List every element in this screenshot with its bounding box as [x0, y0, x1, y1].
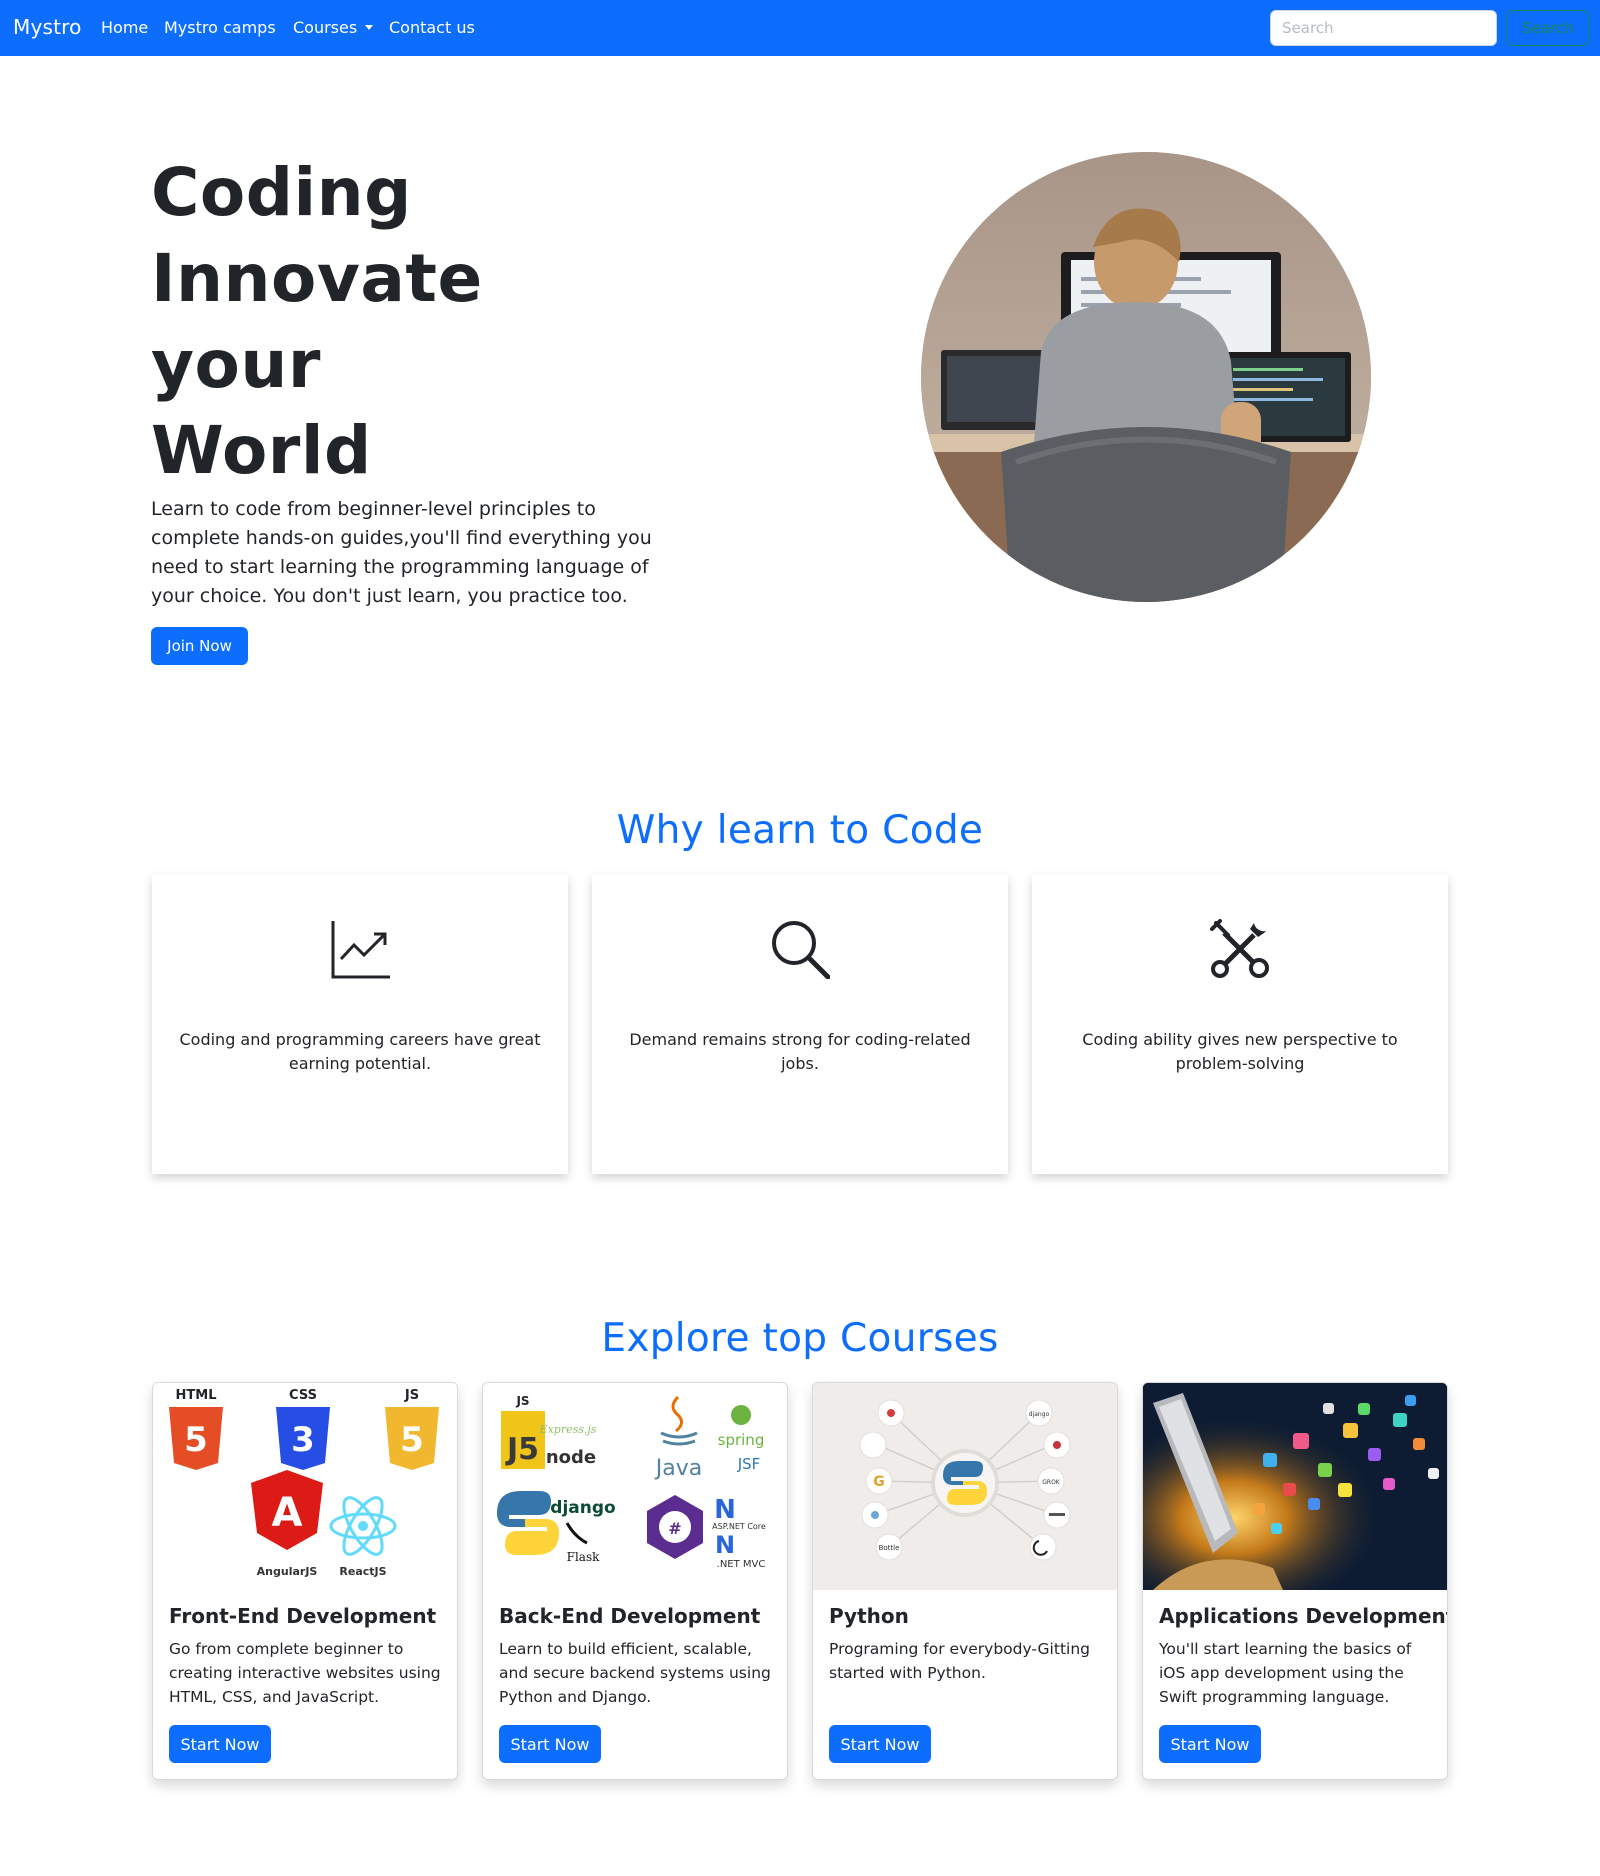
tools-icon [1210, 919, 1269, 978]
course-card-applications: Applications Development You'll start le… [1142, 1382, 1448, 1780]
start-now-button[interactable]: Start Now [499, 1725, 601, 1763]
courses-section-heading: Explore top Courses [601, 1316, 999, 1361]
netmvc-logo-label: .NET MVC [717, 1559, 766, 1570]
why-card-earning: Coding and programming careers have grea… [152, 874, 568, 1174]
css-logo-label: CSS [289, 1388, 317, 1403]
why-section-heading: Why learn to Code [616, 808, 984, 853]
svg-text:N: N [715, 1531, 735, 1559]
svg-text:G: G [873, 1474, 885, 1490]
hero-photo [921, 152, 1371, 602]
nav-link-home[interactable]: Home [101, 18, 148, 37]
course-image-front-end: HTML CSS JS 5 3 5 A AngularJS ReactJS [153, 1383, 457, 1590]
course-title: Applications Development [1159, 1604, 1448, 1628]
why-card-problem-solving: Coding ability gives new perspective to … [1032, 874, 1448, 1174]
spring-logo-label: spring [718, 1431, 765, 1449]
hero-description: Learn to code from beginner-level princi… [151, 498, 652, 607]
angularjs-logo-label: AngularJS [257, 1565, 318, 1578]
course-image-applications [1143, 1383, 1447, 1590]
person-at-computer-illustration [921, 152, 1371, 602]
nav-link-courses-dropdown[interactable]: Courses [293, 18, 374, 37]
chart-line-up-icon [331, 921, 390, 979]
svg-text:N: N [714, 1495, 736, 1525]
grok-logo-label: GROK [1042, 1479, 1061, 1486]
course-image-python: G Bottle django GROK [813, 1383, 1117, 1590]
bottle-logo-label: Bottle [879, 1544, 900, 1552]
start-now-button[interactable]: Start Now [169, 1725, 271, 1763]
nav-link-courses-label: Courses [293, 18, 358, 37]
course-title: Back-End Development [499, 1604, 761, 1628]
course-image-back-end: J5 JS Express.js node Java spring JSF dj… [483, 1383, 787, 1590]
chevron-down-icon [365, 25, 374, 30]
svg-text:J5: J5 [505, 1432, 539, 1467]
node-logo-label: node [546, 1447, 596, 1468]
why-card-text: Coding and programming careers have grea… [179, 1030, 541, 1073]
hero-title-line: World [151, 412, 372, 489]
why-card-text: Coding ability gives new perspective to … [1082, 1030, 1398, 1073]
why-card-text: Demand remains strong for coding-related… [629, 1030, 971, 1073]
svg-text:5: 5 [400, 1420, 424, 1460]
course-card-python: G Bottle django GROK Python Programing f… [812, 1382, 1118, 1780]
course-title: Python [829, 1604, 909, 1628]
svg-text:A: A [272, 1490, 303, 1536]
js-logo-label: JS [404, 1388, 419, 1403]
expressjs-logo-label: Express.js [539, 1423, 597, 1436]
course-description: Programing for everybody-Gitting started… [829, 1640, 1090, 1682]
course-description: You'll start learning the basics of iOS … [1159, 1640, 1412, 1706]
start-now-button[interactable]: Start Now [829, 1725, 931, 1763]
join-now-button[interactable]: Join Now [151, 627, 248, 665]
why-card-demand: Demand remains strong for coding-related… [592, 874, 1008, 1174]
svg-text:#: # [668, 1519, 681, 1538]
flask-logo-label: Flask [567, 1550, 600, 1564]
svg-text:3: 3 [291, 1420, 315, 1460]
html-logo-label: HTML [176, 1388, 217, 1403]
django-logo-label: django [550, 1498, 615, 1518]
hero-title-line: Coding [151, 154, 412, 231]
course-description: Learn to build efficient, scalable, and … [499, 1640, 771, 1706]
nav-link-mystro-camps[interactable]: Mystro camps [164, 18, 276, 37]
hero-title: Coding Innovate your World [151, 150, 711, 494]
course-card-front-end: HTML CSS JS 5 3 5 A AngularJS ReactJS Fr… [152, 1382, 458, 1780]
reactjs-logo-label: ReactJS [339, 1565, 386, 1578]
start-now-button[interactable]: Start Now [1159, 1725, 1261, 1763]
course-title: Front-End Development [169, 1604, 437, 1628]
top-navbar: Mystro Home Mystro camps Courses Contact… [0, 0, 1600, 56]
hero-title-line: your [151, 326, 321, 403]
aspnet-core-logo-label: ASP.NET Core [712, 1522, 766, 1531]
python-ecosystem-illustration: G Bottle django GROK [859, 1399, 1071, 1561]
hero-title-line: Innovate [151, 240, 483, 317]
brand-logo[interactable]: Mystro [13, 15, 82, 39]
search-button[interactable]: Search [1507, 10, 1589, 46]
svg-text:5: 5 [184, 1420, 208, 1460]
nav-link-contact-us[interactable]: Contact us [389, 18, 475, 37]
django-logo-label: django [1029, 1411, 1050, 1418]
app-icons-burst-illustration [1143, 1383, 1447, 1590]
search-input[interactable] [1270, 10, 1497, 46]
jsf-logo-label: JSF [737, 1455, 761, 1473]
course-card-back-end: J5 JS Express.js node Java spring JSF dj… [482, 1382, 788, 1780]
search-icon [772, 921, 830, 979]
course-description: Go from complete beginner to creating in… [169, 1640, 441, 1706]
backend-logos-illustration: J5 JS Express.js node Java spring JSF dj… [497, 1394, 766, 1570]
frontend-logos-illustration: HTML CSS JS 5 3 5 A AngularJS ReactJS [169, 1388, 439, 1578]
js-logo-label: JS [515, 1394, 529, 1408]
java-logo-label: Java [654, 1456, 702, 1481]
